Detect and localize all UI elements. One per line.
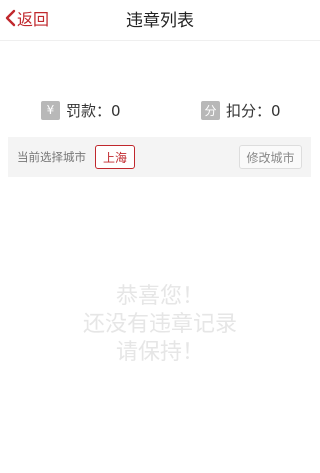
violation-summary: ¥ 罚款：0 分 扣分：0: [0, 98, 320, 122]
yen-icon: ¥: [41, 100, 60, 120]
empty-state-line: 请保持！: [115, 340, 204, 365]
current-city-chip[interactable]: 上海: [95, 145, 135, 169]
page-title: 违章列表: [126, 11, 194, 31]
points-text: 扣分：0: [226, 101, 281, 120]
empty-state: 恭喜您！ 还没有违章记录 请保持！: [0, 283, 320, 367]
points-stat: 分 扣分：0: [201, 98, 281, 122]
empty-state-line: 还没有违章记录: [82, 312, 237, 337]
points-icon: 分: [201, 100, 220, 120]
nav-bar: 返回 违章列表: [0, 0, 320, 41]
change-city-button[interactable]: 修改城市: [239, 145, 302, 169]
empty-state-line: 恭喜您！: [115, 284, 204, 309]
current-city-label: 当前选择城市: [17, 150, 86, 164]
fine-stat: ¥ 罚款：0: [41, 98, 121, 122]
city-bar: 当前选择城市 上海 修改城市: [8, 137, 311, 177]
fine-text: 罚款：0: [66, 101, 121, 120]
